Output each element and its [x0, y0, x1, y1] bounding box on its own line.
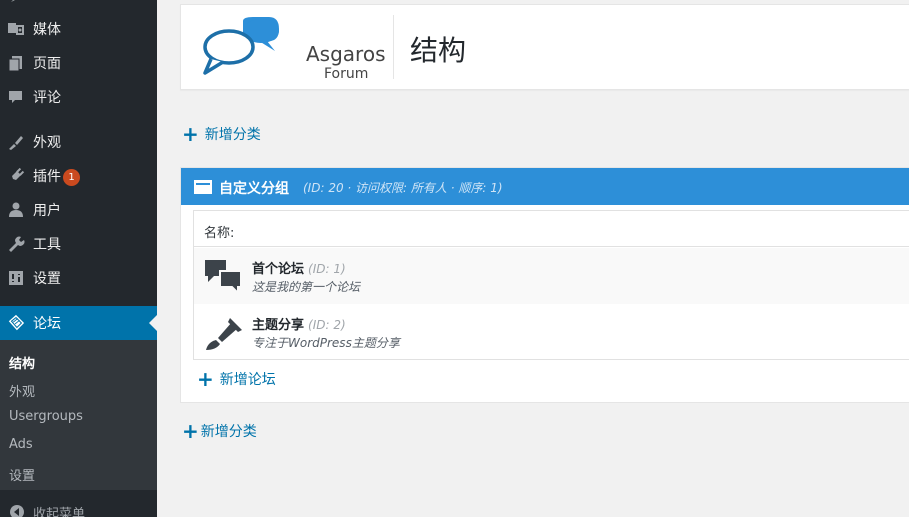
forum-id: (ID: 2)	[308, 318, 346, 332]
collapse-menu-button[interactable]: 收起菜单	[0, 497, 157, 517]
category-meta: (ID: 20 · 访问权限: 所有人 · 顺序: 1)	[303, 181, 503, 195]
media-icon	[7, 20, 25, 38]
plus-icon: +	[182, 419, 199, 443]
sidebar-item-appearance[interactable]: 外观	[0, 125, 157, 159]
category-title: 自定义分组	[219, 181, 289, 197]
name-column-header: 名称:	[204, 226, 235, 241]
category-panel: 自定义分组 (ID: 20 · 访问权限: 所有人 · 顺序: 1) 名称: 首…	[180, 167, 909, 403]
pin-icon	[7, 0, 25, 6]
add-forum-label: 新增论坛	[219, 372, 276, 388]
sidebar-item-forum[interactable]: 论坛	[0, 306, 157, 340]
sidebar-item-plugins[interactable]: 插件 1	[0, 159, 157, 193]
sidebar-item-settings[interactable]: 设置	[0, 261, 157, 295]
forum-name-text: 主题分享	[252, 318, 305, 333]
forum-row[interactable]: 首个论坛 (ID: 1) 这是我的第一个论坛	[194, 248, 909, 304]
page-title: 结构	[410, 34, 467, 67]
sidebar-item-users[interactable]: 用户	[0, 193, 157, 227]
add-category-label: 新增分类	[204, 127, 261, 143]
plus-icon: +	[182, 122, 199, 146]
sidebar-item-label: 页面	[33, 56, 61, 72]
page-icon	[7, 54, 25, 72]
forum-submenu: 结构 外观 Usergroups Ads 设置	[0, 340, 157, 490]
category-box-icon	[194, 179, 212, 198]
sidebar-item-label: 论坛	[33, 316, 61, 332]
logo-subtitle: Forum	[324, 66, 369, 82]
add-category-label: 新增分类	[200, 424, 257, 440]
sidebar-item-label: 工具	[33, 237, 61, 253]
forum-description: 专注于WordPress主题分享	[252, 336, 400, 350]
plugin-icon	[7, 167, 25, 185]
forum-description: 这是我的第一个论坛	[252, 280, 361, 294]
header-divider	[393, 15, 394, 79]
collapse-menu-label: 收起菜单	[33, 507, 86, 517]
update-count-badge: 1	[63, 168, 80, 186]
sidebar-item-label-text: 插件	[33, 169, 61, 185]
forum-table-header: 名称:	[194, 211, 909, 247]
forum-header: Asgaros Forum 结构	[180, 4, 909, 90]
plus-icon: +	[197, 367, 214, 391]
forum-table: 名称: 首个论坛 (ID: 1) 这是我的第一个论坛 主题分享 (ID: 2) …	[193, 210, 909, 360]
submenu-settings[interactable]: 设置	[9, 465, 35, 484]
add-forum-button[interactable]: + 新增论坛	[197, 369, 276, 389]
sidebar-item-label: 插件 1	[33, 166, 80, 186]
sidebar-item-label: 媒体	[33, 22, 61, 38]
sidebar-item-label: 外观	[33, 135, 61, 151]
comment-icon	[7, 88, 25, 106]
admin-sidebar: 媒体 页面 评论 外观 插件 1 用户 工具 设置 论坛 结构 外观 Userg…	[0, 0, 157, 517]
submenu-usergroups[interactable]: Usergroups	[9, 409, 83, 424]
submenu-appearance[interactable]: 外观	[9, 381, 35, 400]
sidebar-item-label: 设置	[33, 271, 61, 287]
forum-name[interactable]: 首个论坛 (ID: 1)	[252, 258, 346, 277]
collapse-arrow-icon	[9, 504, 25, 517]
forum-name[interactable]: 主题分享 (ID: 2)	[252, 314, 346, 333]
sidebar-item-tools[interactable]: 工具	[0, 227, 157, 261]
asgaros-logo: Asgaros Forum	[201, 17, 386, 82]
sidebar-item-label: 用户	[33, 203, 61, 219]
submenu-structure[interactable]: 结构	[9, 353, 35, 372]
add-category-button-bottom[interactable]: + 新增分类	[182, 421, 257, 441]
sidebar-item-comments[interactable]: 评论	[0, 80, 157, 114]
forum-id: (ID: 1)	[308, 262, 346, 276]
appearance-icon	[7, 133, 25, 151]
chat-bubbles-icon	[204, 258, 242, 300]
forum-icon	[7, 314, 25, 332]
sidebar-item-media[interactable]: 媒体	[0, 12, 157, 46]
submenu-ads[interactable]: Ads	[9, 437, 33, 452]
settings-icon	[7, 269, 25, 287]
sidebar-item-label: 评论	[33, 90, 61, 106]
forum-name-text: 首个论坛	[252, 262, 305, 277]
user-icon	[7, 201, 25, 219]
paintbrush-icon	[204, 314, 244, 358]
forum-row[interactable]: 主题分享 (ID: 2) 专注于WordPress主题分享	[194, 304, 909, 360]
logo-name: Asgaros	[306, 42, 386, 66]
speech-bubbles-icon	[203, 17, 279, 75]
add-category-button-top[interactable]: + 新增分类	[182, 124, 261, 144]
wrench-icon	[7, 235, 25, 253]
sidebar-item-pages[interactable]: 页面	[0, 46, 157, 80]
category-header[interactable]: 自定义分组 (ID: 20 · 访问权限: 所有人 · 顺序: 1)	[181, 168, 909, 205]
